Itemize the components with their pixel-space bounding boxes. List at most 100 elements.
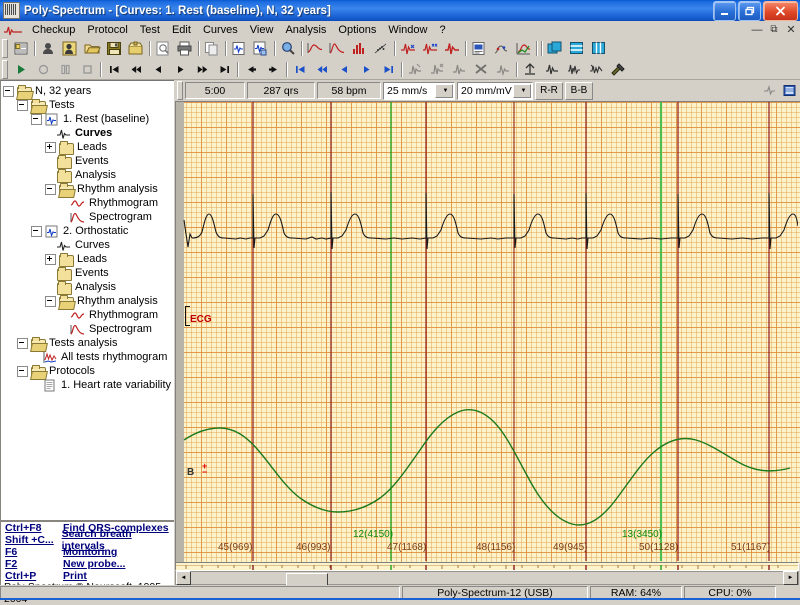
report-icon[interactable] xyxy=(468,39,490,58)
tree-node[interactable]: All tests rhythmogram xyxy=(3,350,175,364)
minimize-button[interactable] xyxy=(713,1,736,21)
collapse-icon[interactable] xyxy=(45,183,56,195)
prev-beat2-icon[interactable] xyxy=(333,60,355,79)
open-folder-icon[interactable] xyxy=(81,39,103,58)
menu-item-help[interactable]: ? xyxy=(433,23,451,37)
tree-node[interactable]: Rhythmogram xyxy=(3,308,175,322)
tree-node[interactable]: Protocols xyxy=(3,364,175,379)
rr-toggle-button[interactable]: R-R xyxy=(535,81,563,100)
filter3-icon[interactable] xyxy=(585,60,607,79)
cascade-v-icon[interactable] xyxy=(588,39,610,58)
ecg-plot-area[interactable]: ECG B + − 45(969) 46(993) 47(1168) 48(115… xyxy=(175,101,800,564)
horizontal-scrollbar[interactable]: ◄ ► xyxy=(175,571,799,586)
goto-first-beat-icon[interactable] xyxy=(289,60,311,79)
scatterogram-icon[interactable] xyxy=(370,39,392,58)
last-beat-icon[interactable] xyxy=(377,60,399,79)
mark-other-icon[interactable] xyxy=(492,60,514,79)
menu-item-analysis[interactable]: Analysis xyxy=(279,23,332,37)
new-patient-icon[interactable] xyxy=(37,39,59,58)
qrs-detect-icon[interactable] xyxy=(397,39,419,58)
restore-button[interactable] xyxy=(738,1,761,21)
select-all-icon[interactable] xyxy=(519,60,541,79)
shortcut-key[interactable]: F2 xyxy=(5,558,63,570)
stop-icon[interactable] xyxy=(76,60,98,79)
last-icon[interactable] xyxy=(213,60,235,79)
mdi-minimize-button[interactable]: — xyxy=(750,24,764,36)
collapse-icon[interactable] xyxy=(45,295,56,307)
step-forward-icon[interactable] xyxy=(262,60,284,79)
tree-node[interactable]: Rhythm analysis xyxy=(3,294,175,309)
tree-node[interactable]: Rhythmogram xyxy=(3,196,175,210)
menu-item-edit[interactable]: Edit xyxy=(166,23,197,37)
speed-combo[interactable]: 25 mm/s ▼ xyxy=(383,81,455,100)
filter2-icon[interactable] xyxy=(563,60,585,79)
tree-node[interactable]: Events xyxy=(3,266,175,281)
tree-node[interactable]: Curves xyxy=(3,126,175,140)
next-beat-icon[interactable] xyxy=(355,60,377,79)
tree-node[interactable]: Spectrogram xyxy=(3,210,175,224)
rhythmogram-icon[interactable] xyxy=(304,39,326,58)
tree-node[interactable]: Rhythm analysis xyxy=(3,182,175,197)
average-beat-icon[interactable] xyxy=(441,39,463,58)
filter1-icon[interactable] xyxy=(541,60,563,79)
shortcut-row[interactable]: F2 New probe... xyxy=(1,558,175,570)
tree-node[interactable]: 1. Rest (baseline) xyxy=(3,112,175,126)
tree-node[interactable]: Spectrogram xyxy=(3,322,175,336)
tree-node[interactable]: 1. Heart rate variability xyxy=(3,378,175,392)
mdi-restore-button[interactable]: ⧉ xyxy=(767,24,781,35)
bb-toggle-button[interactable]: B-B xyxy=(565,81,593,100)
tile-icon[interactable] xyxy=(544,39,566,58)
card-file-icon[interactable] xyxy=(10,39,32,58)
first-icon[interactable] xyxy=(103,60,125,79)
shortcut-key[interactable]: F6 xyxy=(5,546,63,558)
copy-icon[interactable] xyxy=(201,39,223,58)
open-patient-icon[interactable] xyxy=(59,39,81,58)
mark-extra-icon[interactable] xyxy=(448,60,470,79)
pause-icon[interactable] xyxy=(54,60,76,79)
prev-icon[interactable] xyxy=(147,60,169,79)
menu-item-window[interactable]: Window xyxy=(382,23,433,37)
record-icon[interactable] xyxy=(32,60,54,79)
tree-node[interactable]: Leads xyxy=(3,140,175,155)
breath-detect-icon[interactable] xyxy=(419,39,441,58)
toolbar-grip[interactable] xyxy=(2,59,8,79)
shortcut-panel[interactable]: Ctrl+F8 Find QRS-complexes Shift +C... Sear… xyxy=(0,521,176,586)
archive-icon[interactable] xyxy=(125,39,147,58)
analysis-run-icon[interactable] xyxy=(490,39,512,58)
properties-icon[interactable] xyxy=(779,82,799,100)
shortcut-row[interactable]: Shift +C... Search breath intervals xyxy=(1,528,175,552)
collapse-icon[interactable] xyxy=(17,337,28,349)
collapse-icon[interactable] xyxy=(17,99,28,111)
zoom-icon[interactable] xyxy=(277,39,299,58)
rewind-icon[interactable] xyxy=(125,60,147,79)
play-icon[interactable] xyxy=(10,60,32,79)
histogram-icon[interactable] xyxy=(348,39,370,58)
chevron-down-icon[interactable]: ▼ xyxy=(513,83,531,98)
mark-normal-icon[interactable] xyxy=(404,60,426,79)
toolbar-grip[interactable] xyxy=(2,39,8,58)
navigation-tree-panel[interactable]: N, 32 years Tests 1. Rest (baseline) Curves… xyxy=(0,80,176,521)
spectrogram-icon[interactable] xyxy=(326,39,348,58)
menu-item-options[interactable]: Options xyxy=(332,23,382,37)
forward-icon[interactable] xyxy=(191,60,213,79)
shortcut-key[interactable]: Ctrl+F8 xyxy=(5,522,63,534)
tree-node[interactable]: Curves xyxy=(3,238,175,252)
save-icon[interactable] xyxy=(103,39,125,58)
collapse-icon[interactable] xyxy=(3,85,14,97)
tree-node[interactable]: N, 32 years xyxy=(3,84,175,99)
collapse-icon[interactable] xyxy=(31,113,42,125)
tree-node[interactable]: Analysis xyxy=(3,168,175,183)
trend-icon[interactable] xyxy=(512,39,534,58)
cascade-h-icon[interactable] xyxy=(566,39,588,58)
menu-item-checkup[interactable]: Checkup xyxy=(26,23,81,37)
print-preview-icon[interactable] xyxy=(152,39,174,58)
expand-icon[interactable] xyxy=(45,141,56,153)
ecg-open-icon[interactable] xyxy=(250,39,272,58)
time-ruler[interactable] xyxy=(175,562,799,571)
gain-plus-minus-icon[interactable]: + − xyxy=(202,462,207,477)
expand-icon[interactable] xyxy=(45,253,56,265)
next-play-icon[interactable] xyxy=(169,60,191,79)
print-icon[interactable] xyxy=(174,39,196,58)
shortcut-action[interactable]: New probe... xyxy=(63,558,125,570)
collapse-icon[interactable] xyxy=(17,365,28,377)
